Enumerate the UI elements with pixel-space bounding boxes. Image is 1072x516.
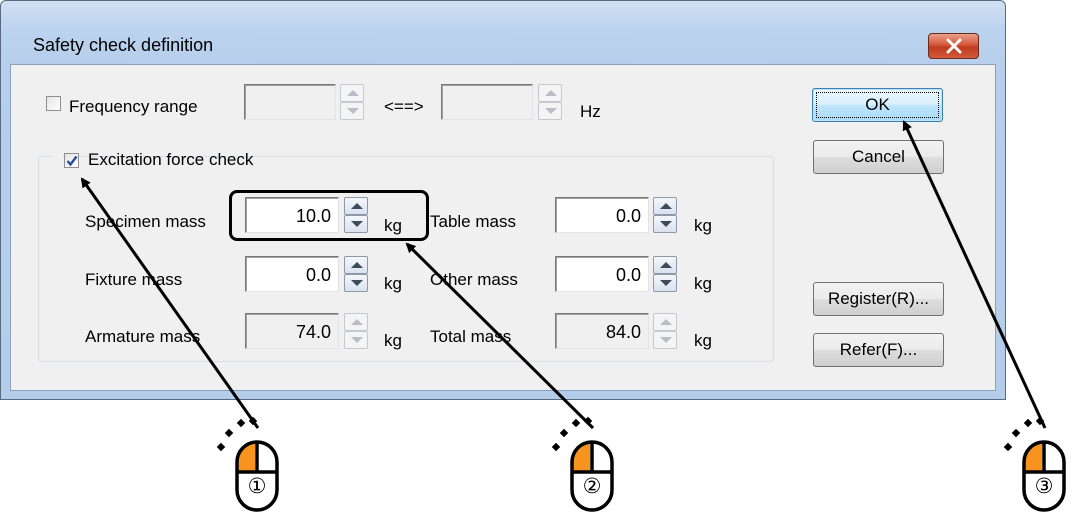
mouse-icon — [1022, 440, 1066, 512]
mouse-icon — [570, 440, 614, 512]
step-number-3: ③ — [1034, 474, 1054, 498]
arrow-step3 — [902, 120, 1047, 429]
mouse-click-annotation-2: ② — [551, 416, 614, 516]
annotation-arrows — [80, 120, 1047, 430]
step-number-1: ① — [247, 474, 267, 498]
mouse-icon — [235, 440, 279, 512]
step-number-2: ② — [582, 474, 602, 498]
arrow-step2 — [405, 242, 595, 430]
arrow-step1 — [80, 177, 260, 429]
mouse-click-annotation-1: ① — [216, 416, 279, 516]
mouse-click-annotation-3: ③ — [1003, 416, 1066, 516]
